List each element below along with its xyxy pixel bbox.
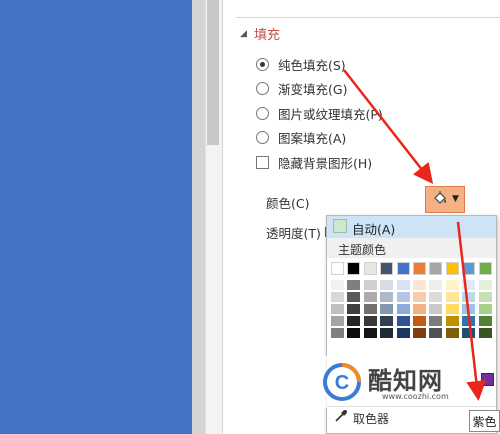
theme-color-swatch[interactable] <box>413 262 426 275</box>
pattern-fill-option[interactable]: 图案填充(A) <box>256 127 346 147</box>
theme-shade-swatch[interactable] <box>478 292 492 302</box>
theme-shade-swatch[interactable] <box>413 328 426 338</box>
theme-shade-swatch[interactable] <box>347 292 361 302</box>
theme-color-swatch[interactable] <box>347 262 361 275</box>
theme-shade-swatch[interactable] <box>429 292 443 302</box>
theme-shade-swatch[interactable] <box>429 304 443 314</box>
automatic-color-swatch <box>333 219 347 233</box>
theme-shade-swatch[interactable] <box>363 280 377 290</box>
theme-shade-swatch[interactable] <box>331 316 344 326</box>
svg-text:C: C <box>335 372 349 394</box>
radio-icon[interactable] <box>256 130 269 144</box>
theme-shade-swatch[interactable] <box>478 316 492 326</box>
coozhi-logo-icon: C <box>323 363 361 401</box>
theme-shade-swatch[interactable] <box>347 316 361 326</box>
section-divider <box>236 17 500 18</box>
radio-icon[interactable] <box>256 81 269 95</box>
theme-shade-swatch[interactable] <box>478 328 492 338</box>
theme-shade-swatch[interactable] <box>331 292 344 302</box>
recent-color-swatch[interactable] <box>481 373 494 386</box>
color-label: 颜色(C) <box>266 196 310 211</box>
theme-shade-swatch[interactable] <box>413 304 426 314</box>
theme-shade-swatch[interactable] <box>478 280 492 290</box>
solid-fill-option[interactable]: 纯色填充(S) <box>256 54 346 74</box>
option-label: 图案填充(A) <box>278 130 347 146</box>
theme-shade-swatch[interactable] <box>396 280 410 290</box>
option-label: 图片或纹理填充(P) <box>278 106 383 122</box>
theme-shade-swatch[interactable] <box>445 280 459 290</box>
theme-shade-swatch[interactable] <box>429 328 443 338</box>
theme-shade-swatch[interactable] <box>445 328 459 338</box>
theme-shade-swatch[interactable] <box>380 292 394 302</box>
theme-shade-swatch[interactable] <box>347 328 361 338</box>
theme-shade-swatch[interactable] <box>396 292 410 302</box>
collapse-triangle-icon[interactable]: ◢ <box>240 29 247 39</box>
theme-color-swatch[interactable] <box>331 262 344 275</box>
theme-color-swatch[interactable] <box>478 262 492 275</box>
transparency-label: 透明度(T) <box>266 226 321 241</box>
dropdown-arrow-icon[interactable]: ▼ <box>452 194 459 204</box>
theme-shade-swatch[interactable] <box>331 280 344 290</box>
theme-shade-swatch[interactable] <box>429 316 443 326</box>
radio-selected-icon[interactable] <box>256 57 269 71</box>
hide-background-checkbox[interactable]: 隐藏背景图形(H) <box>256 152 372 172</box>
theme-color-swatch[interactable] <box>462 262 476 275</box>
gradient-fill-option[interactable]: 渐变填充(G) <box>256 78 347 98</box>
theme-color-swatch[interactable] <box>445 262 459 275</box>
theme-shade-swatch[interactable] <box>445 292 459 302</box>
fill-section-title[interactable]: 填充 <box>254 24 280 43</box>
theme-shade-swatch[interactable] <box>396 304 410 314</box>
theme-shade-swatch[interactable] <box>331 328 344 338</box>
theme-shade-swatch[interactable] <box>363 304 377 314</box>
theme-shade-swatch[interactable] <box>363 328 377 338</box>
theme-shade-swatch[interactable] <box>462 316 476 326</box>
checkbox-label: 隐藏背景图形(H) <box>278 155 373 171</box>
theme-shade-swatch[interactable] <box>380 304 394 314</box>
option-label: 纯色填充(S) <box>278 57 346 73</box>
theme-shade-swatch[interactable] <box>380 328 394 338</box>
theme-shade-swatch[interactable] <box>462 280 476 290</box>
theme-shade-swatch[interactable] <box>478 304 492 314</box>
theme-color-swatch[interactable] <box>363 262 377 275</box>
theme-colors-label: 主题颜色 <box>338 243 387 257</box>
theme-shade-swatch[interactable] <box>380 316 394 326</box>
theme-shade-swatch[interactable] <box>347 304 361 314</box>
theme-shade-swatch[interactable] <box>331 304 344 314</box>
slide-canvas[interactable] <box>0 0 192 434</box>
theme-shade-swatch[interactable] <box>429 280 443 290</box>
automatic-color-label: 自动(A) <box>352 222 396 237</box>
theme-shade-swatch[interactable] <box>445 304 459 314</box>
radio-icon[interactable] <box>256 106 269 120</box>
scrollbar-thumb[interactable] <box>207 0 219 145</box>
picture-texture-fill-option[interactable]: 图片或纹理填充(P) <box>256 103 383 123</box>
theme-shade-swatch[interactable] <box>363 292 377 302</box>
theme-shade-swatch[interactable] <box>462 292 476 302</box>
theme-color-swatch[interactable] <box>429 262 443 275</box>
theme-shade-swatch[interactable] <box>413 316 426 326</box>
theme-shade-swatch[interactable] <box>396 328 410 338</box>
checkbox-icon[interactable] <box>256 155 269 169</box>
theme-shade-swatch[interactable] <box>462 328 476 338</box>
watermark-brand: 酷知网 <box>368 366 443 395</box>
theme-shade-swatch[interactable] <box>347 280 361 290</box>
eyedropper-label: 取色器 <box>353 412 390 426</box>
theme-shade-swatch[interactable] <box>462 304 476 314</box>
theme-shade-swatch[interactable] <box>413 280 426 290</box>
theme-shade-swatch[interactable] <box>363 316 377 326</box>
color-name-tooltip: 紫色 <box>469 410 500 432</box>
eyedropper-icon <box>335 410 347 422</box>
theme-color-swatch[interactable] <box>396 262 410 275</box>
theme-shade-swatch[interactable] <box>413 292 426 302</box>
theme-color-swatch[interactable] <box>380 262 394 275</box>
theme-shade-swatch[interactable] <box>445 316 459 326</box>
watermark-url: www.coozhi.com <box>382 392 449 401</box>
option-label: 渐变填充(G) <box>278 81 348 97</box>
theme-shade-swatch[interactable] <box>380 280 394 290</box>
paint-bucket-icon <box>434 191 446 204</box>
theme-shade-swatch[interactable] <box>396 316 410 326</box>
